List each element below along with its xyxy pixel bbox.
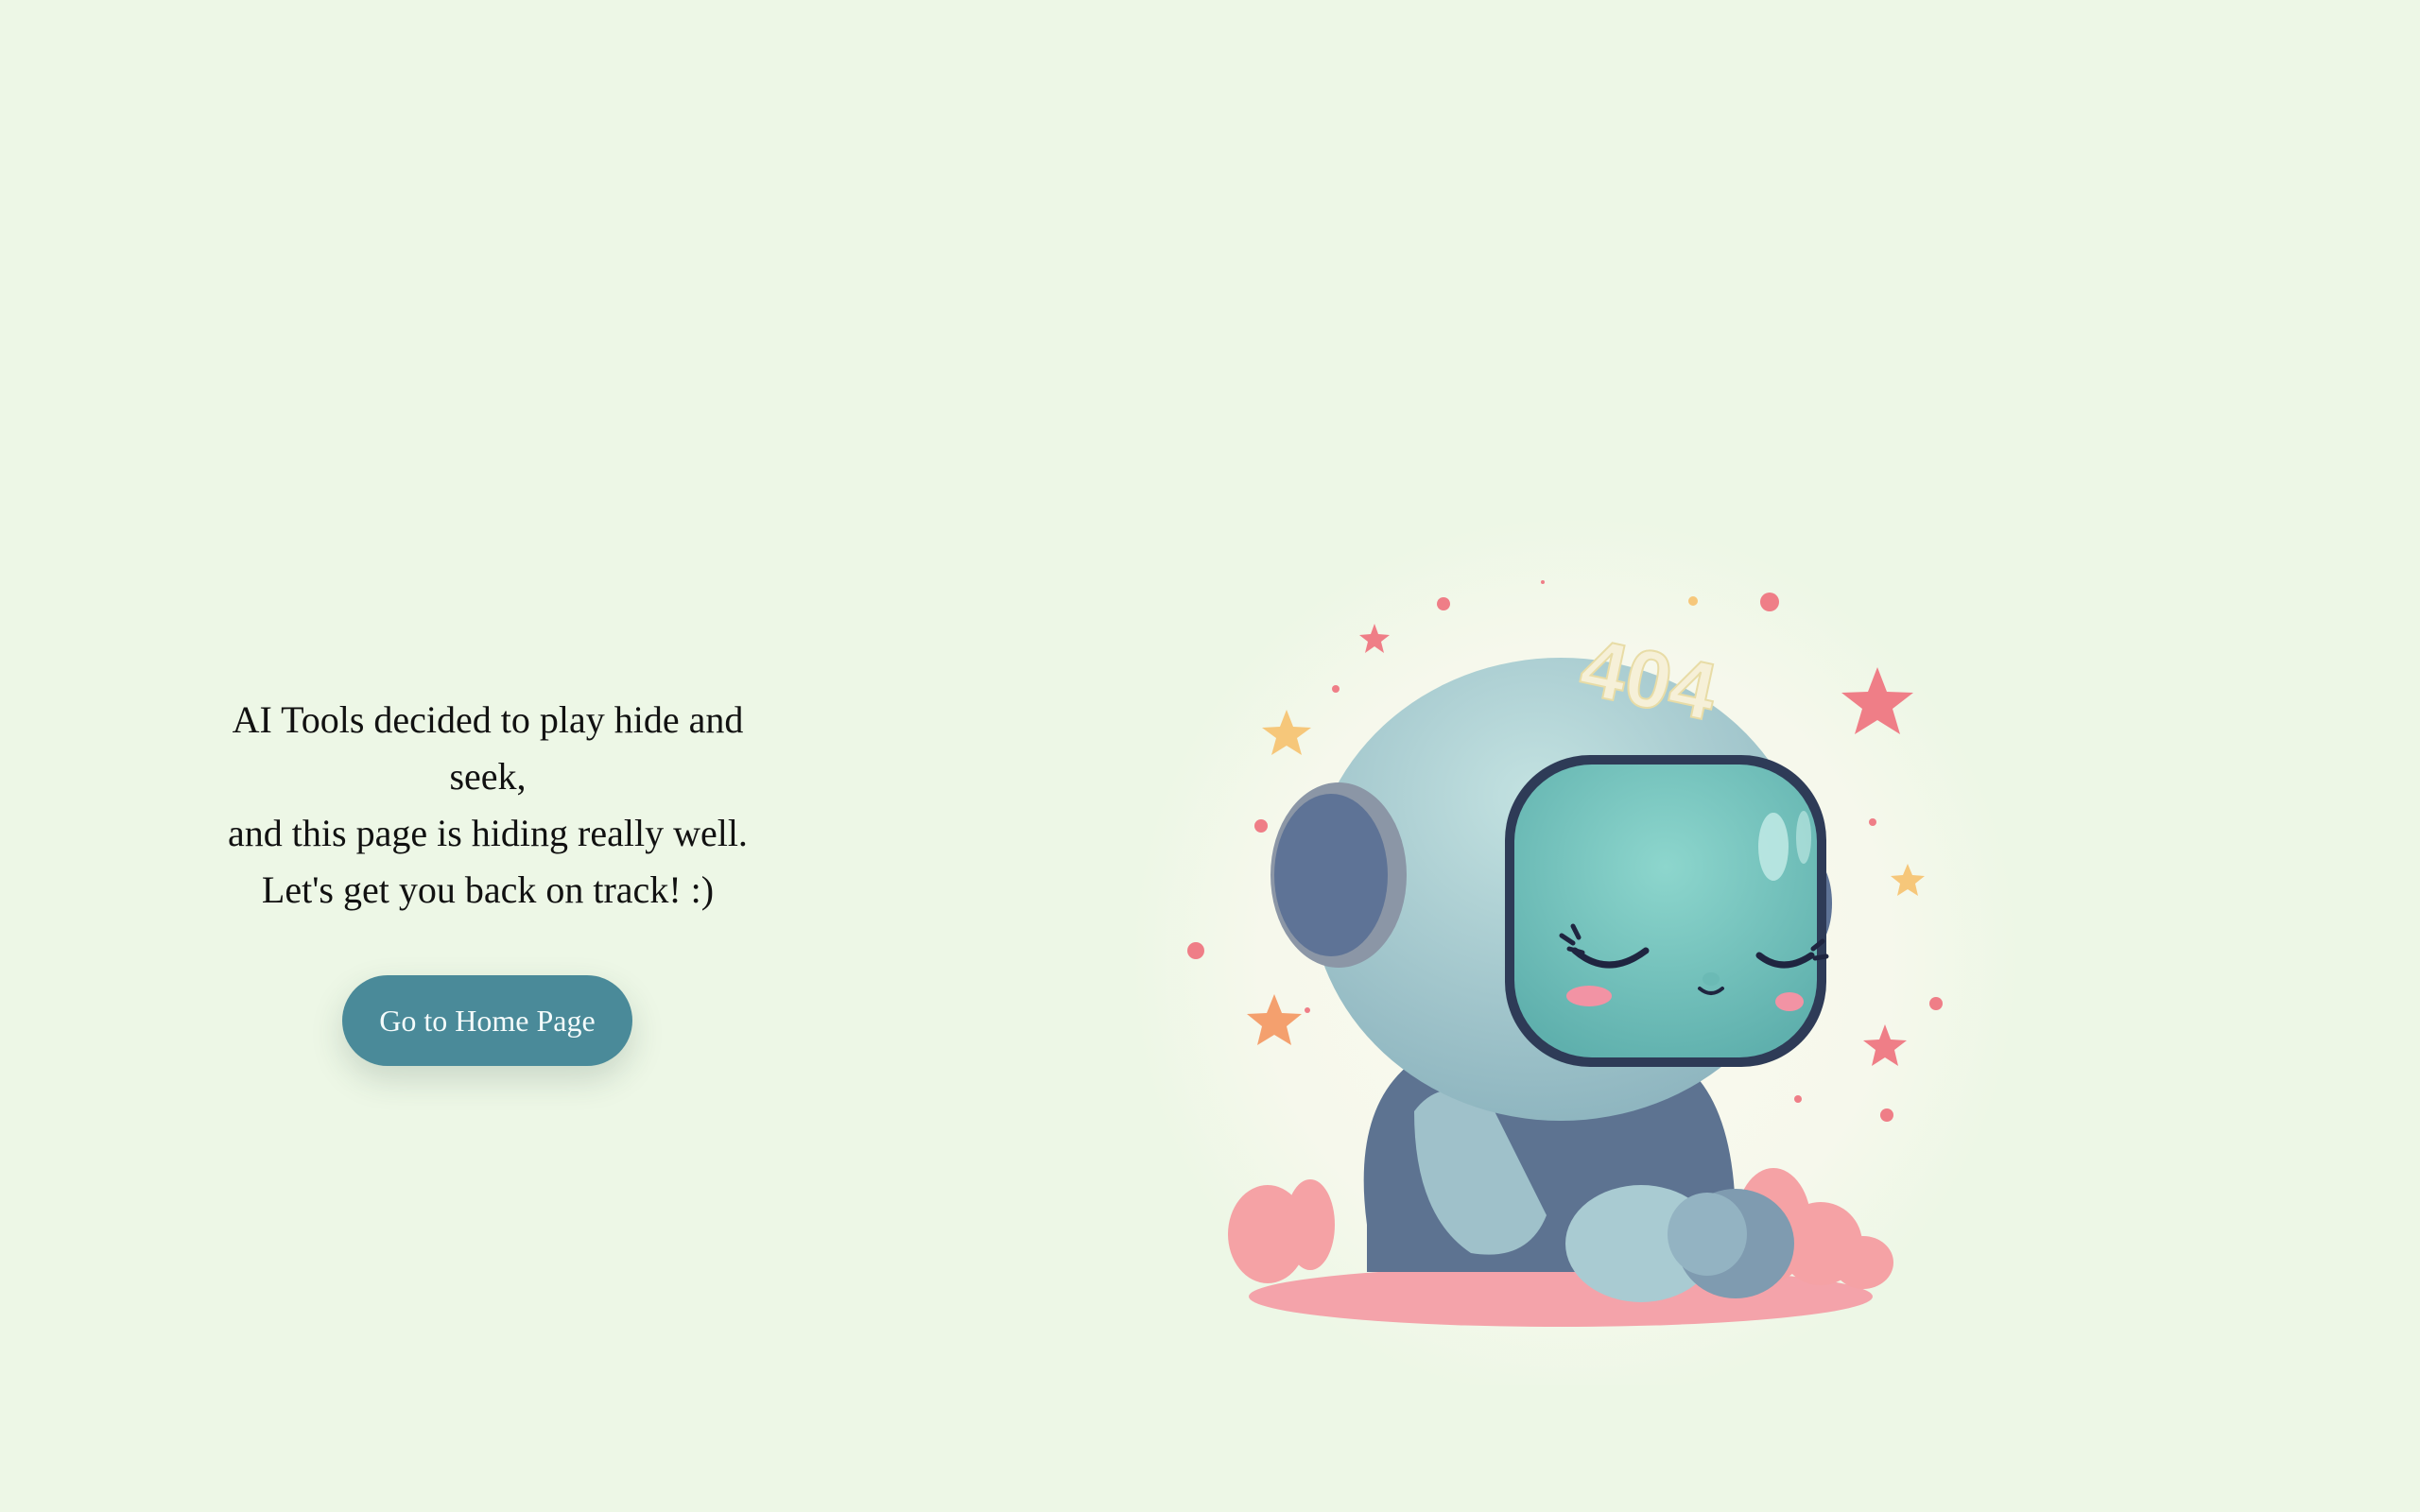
message-line-4: Let's get you back on track! :) [261, 868, 715, 911]
go-home-button[interactable]: Go to Home Page [342, 975, 632, 1066]
sleeping-robot-illustration: 404 [1131, 497, 2019, 1385]
error-message: AI Tools decided to play hide and seek, … [204, 692, 771, 919]
not-found-page: AI Tools decided to play hide and seek, … [0, 0, 2420, 1512]
message-line-2: seek, [449, 755, 527, 798]
message-line-3: and this page is hiding really well. [228, 812, 748, 854]
message-line-1: AI Tools decided to play hide and [232, 698, 744, 741]
